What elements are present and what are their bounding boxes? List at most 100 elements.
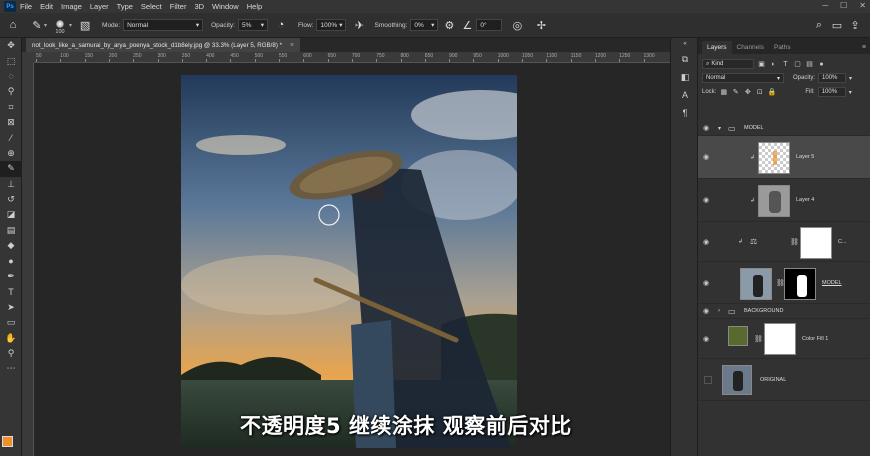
hand-tool-icon[interactable]: ✋ xyxy=(0,330,22,345)
symmetry-icon[interactable]: ✢ xyxy=(534,18,548,32)
filter-smart-icon[interactable]: ▤ xyxy=(805,60,814,68)
layer-opacity-field[interactable]: 100% xyxy=(818,73,847,83)
foreground-color-swatch[interactable] xyxy=(2,436,13,447)
brush-tool-icon[interactable]: ✎ xyxy=(30,18,44,32)
tab-channels[interactable]: Channels xyxy=(732,41,769,54)
paragraph-panel-icon[interactable]: ¶ xyxy=(671,104,699,122)
pen-tool-icon[interactable]: ✒ xyxy=(0,269,22,284)
eye-icon[interactable]: ◉ xyxy=(703,238,709,246)
eye-icon[interactable]: ◉ xyxy=(703,307,709,315)
filter-type-icon[interactable]: T xyxy=(781,61,790,68)
minimize-icon[interactable]: ─ xyxy=(822,1,828,10)
close-window-icon[interactable]: ✕ xyxy=(859,1,866,10)
document-canvas-image[interactable] xyxy=(181,75,517,448)
menu-select[interactable]: Select xyxy=(141,2,162,11)
move-tool-icon[interactable]: ✥ xyxy=(0,38,22,53)
chevron-down-icon[interactable]: ▾ xyxy=(849,89,852,96)
pressure-opacity-icon[interactable]: ◔ xyxy=(274,18,288,32)
menu-file[interactable]: File xyxy=(20,2,32,11)
history-panel-icon[interactable]: ⧉ xyxy=(671,50,699,68)
airbrush-icon[interactable]: ✈ xyxy=(352,18,366,32)
brush-settings-icon[interactable]: ▧ xyxy=(78,18,92,32)
dodge-tool-icon[interactable]: ● xyxy=(0,253,22,268)
blend-mode-select[interactable]: Normal ▾ xyxy=(702,73,784,83)
layer-row-model-group[interactable]: ◉ ▾ ▭ MODEL xyxy=(698,121,870,136)
visibility-off-box[interactable] xyxy=(704,375,712,384)
eye-icon[interactable]: ◉ xyxy=(703,279,709,287)
eye-icon[interactable]: ◉ xyxy=(703,335,709,343)
menu-layer[interactable]: Layer xyxy=(90,2,109,11)
gear-icon[interactable]: ⚙ xyxy=(442,18,456,32)
marquee-tool-icon[interactable]: ⬚ xyxy=(0,53,22,68)
layer-row-background-group[interactable]: ◉ › ▭ BACKGROUND xyxy=(698,304,870,319)
layer-row-layer-5[interactable]: ◉ ↲ Layer 5 xyxy=(698,136,870,179)
character-panel-icon[interactable]: A xyxy=(671,86,699,104)
workspace-icon[interactable]: ▭ xyxy=(830,18,844,32)
layer-row-curves[interactable]: ◉ ↲ ⚖ ⛓ C... xyxy=(698,222,870,262)
type-tool-icon[interactable]: T xyxy=(0,284,22,299)
mode-select[interactable]: Normal ▾ xyxy=(123,19,204,31)
tab-layers[interactable]: Layers xyxy=(702,41,732,54)
chevron-down-icon[interactable]: ▾ xyxy=(44,22,47,29)
history-brush-tool-icon[interactable]: ↺ xyxy=(0,192,22,207)
quick-select-tool-icon[interactable]: ⚲ xyxy=(0,84,22,99)
collapse-panels-icon[interactable]: « xyxy=(671,38,699,50)
frame-tool-icon[interactable]: ⊠ xyxy=(0,115,22,130)
document-tab[interactable]: not_look_like_a_samurai_by_arya_poenya_s… xyxy=(26,38,301,52)
brush-preset-picker[interactable]: 100 xyxy=(51,15,69,35)
eye-icon[interactable]: ◉ xyxy=(703,153,709,161)
filter-adjustment-icon[interactable]: ◐ xyxy=(769,61,778,68)
layer-filter-select[interactable]: ⌕ Kind xyxy=(702,59,754,69)
layer-row-model[interactable]: ◉ ⛓ MODEL xyxy=(698,262,870,304)
adjustments-panel-icon[interactable]: ◧ xyxy=(671,68,699,86)
layer-row-original[interactable]: ORIGINAL xyxy=(698,359,870,401)
lock-position-icon[interactable]: ✥ xyxy=(743,88,752,96)
menu-filter[interactable]: Filter xyxy=(170,2,187,11)
lock-transparency-icon[interactable]: ▦ xyxy=(719,88,728,96)
lasso-tool-icon[interactable]: ◌ xyxy=(0,69,22,84)
search-icon[interactable]: ⌕ xyxy=(812,18,826,32)
menu-edit[interactable]: Edit xyxy=(40,2,53,11)
brush-tool-icon[interactable]: ✎ xyxy=(0,161,22,177)
menu-type[interactable]: Type xyxy=(117,2,133,11)
layer-row-color-fill[interactable]: ◉ ⛓ Color Fill 1 xyxy=(698,319,870,359)
filter-shape-icon[interactable]: ▢ xyxy=(793,60,802,68)
fill-field[interactable]: 100% xyxy=(817,87,846,97)
menu-3d[interactable]: 3D xyxy=(194,2,204,11)
lock-all-icon[interactable]: 🔒 xyxy=(767,88,776,96)
menu-window[interactable]: Window xyxy=(212,2,239,11)
smoothing-field[interactable]: 0% ▾ xyxy=(410,19,439,31)
gradient-tool-icon[interactable]: ▤ xyxy=(0,223,22,238)
home-icon[interactable]: ⌂ xyxy=(6,18,20,32)
filter-pixel-icon[interactable]: ▣ xyxy=(757,60,766,68)
path-select-tool-icon[interactable]: ➤ xyxy=(0,300,22,315)
flow-field[interactable]: 100% ▾ xyxy=(316,19,347,31)
eye-icon[interactable]: ◉ xyxy=(703,196,709,204)
blur-tool-icon[interactable]: ◆ xyxy=(0,238,22,253)
more-tools-icon[interactable]: ⋯ xyxy=(0,361,22,376)
filter-toggle-icon[interactable]: ● xyxy=(817,61,826,68)
zoom-tool-icon[interactable]: ⚲ xyxy=(0,346,22,361)
layer-row-layer-4[interactable]: ◉ ↲ Layer 4 xyxy=(698,179,870,222)
panel-menu-icon[interactable]: ≡ xyxy=(862,44,866,54)
crop-tool-icon[interactable]: ⌗ xyxy=(0,100,22,115)
healing-tool-icon[interactable]: ⊕ xyxy=(0,146,22,161)
clone-stamp-tool-icon[interactable]: ⊥ xyxy=(0,177,22,192)
chevron-down-icon[interactable]: ▾ xyxy=(69,22,72,29)
chevron-down-icon[interactable]: ▾ xyxy=(718,125,721,132)
angle-field[interactable]: 0° xyxy=(476,19,503,31)
maximize-icon[interactable]: ☐ xyxy=(840,1,847,10)
eye-icon[interactable]: ◉ xyxy=(703,124,709,132)
close-tab-icon[interactable]: × xyxy=(290,42,294,49)
lock-artboard-icon[interactable]: ⊡ xyxy=(755,88,764,96)
tab-paths[interactable]: Paths xyxy=(769,41,796,54)
chevron-down-icon[interactable]: ▾ xyxy=(849,75,852,82)
shape-tool-icon[interactable]: ▭ xyxy=(0,315,22,330)
opacity-field[interactable]: 5% ▾ xyxy=(237,19,268,31)
eraser-tool-icon[interactable]: ◪ xyxy=(0,207,22,222)
eyedropper-tool-icon[interactable]: ⁄ xyxy=(0,130,22,145)
lock-pixels-icon[interactable]: ✎ xyxy=(731,88,740,96)
pressure-size-icon[interactable]: ◎ xyxy=(510,18,524,32)
menu-help[interactable]: Help xyxy=(247,2,262,11)
chevron-right-icon[interactable]: › xyxy=(718,308,720,314)
